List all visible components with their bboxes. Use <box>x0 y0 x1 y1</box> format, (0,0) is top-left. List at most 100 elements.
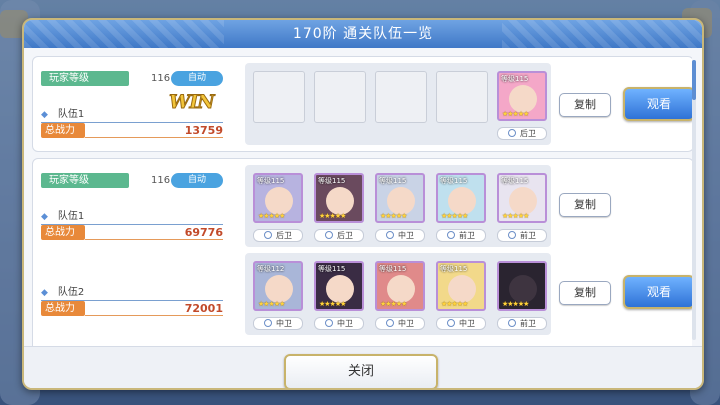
team-name-text: 队伍2 <box>57 287 85 298</box>
position-icon <box>447 319 455 327</box>
empty-slot <box>314 71 366 123</box>
total-power-label: 总战力 <box>41 225 85 240</box>
star-rating: ★★★★★ <box>502 300 529 308</box>
team-name: ◆ 队伍1 <box>41 105 223 123</box>
character-face <box>448 275 476 303</box>
auto-badge: 自动 <box>171 71 223 86</box>
total-power-value: 13759 <box>184 124 223 137</box>
team-name: ◆ 队伍1 <box>41 207 223 225</box>
character-portrait[interactable]: 等级115 ★★★★★ <box>436 173 486 223</box>
character-face <box>509 85 537 113</box>
team-list[interactable]: 玩家等级 116 自动 WIN ◆ 队伍1 总战力 13759 等级115 ★★… <box>32 56 692 346</box>
character-portrait[interactable]: ★★★★★ <box>497 261 547 311</box>
position-text: 中卫 <box>398 231 414 240</box>
team-info: 玩家等级 116 自动 WIN ◆ 队伍1 总战力 13759 <box>41 65 231 145</box>
star-rating: ★★★★★ <box>380 212 407 220</box>
position-tag: 前卫 <box>497 317 547 330</box>
character-portrait[interactable]: 等级115 ★★★★★ <box>314 261 364 311</box>
position-icon <box>508 231 516 239</box>
character-level: 等级115 <box>501 177 529 185</box>
character-portrait[interactable]: 等级115 ★★★★★ <box>375 261 425 311</box>
position-icon <box>508 129 516 137</box>
header-pattern-left <box>24 20 224 48</box>
position-tag: 中卫 <box>253 317 303 330</box>
auto-badge: 自动 <box>171 173 223 188</box>
star-rating: ★★★★★ <box>258 300 285 308</box>
character-portrait[interactable]: 等级115 ★★★★★ <box>497 71 547 121</box>
character-level: 等级115 <box>318 265 346 273</box>
header-pattern-right <box>502 20 702 48</box>
dialog-header: 170阶 通关队伍一览 <box>24 20 702 48</box>
character-level: 等级115 <box>440 265 468 273</box>
position-text: 中卫 <box>276 319 292 328</box>
team-card: 玩家等级 116 自动 ◆ 队伍1 总战力 69776 等级115 ★★★★★ 等级… <box>32 158 692 346</box>
total-power-value: 72001 <box>184 302 223 315</box>
scroll-thumb[interactable] <box>692 60 696 100</box>
dialog-title: 170阶 通关队伍一览 <box>292 26 434 42</box>
copy-button[interactable]: 复制 <box>559 93 611 117</box>
position-text: 中卫 <box>398 319 414 328</box>
star-rating: ★★★★★ <box>319 300 346 308</box>
player-level-label: 玩家等级 <box>41 173 129 188</box>
copy-button[interactable]: 复制 <box>559 281 611 305</box>
character-face <box>326 275 354 303</box>
team-name-text: 队伍1 <box>57 211 85 222</box>
character-level: 等级115 <box>440 177 468 185</box>
empty-slot <box>375 71 427 123</box>
position-text: 中卫 <box>459 319 475 328</box>
total-power-value: 69776 <box>184 226 223 239</box>
player-level-value: 116 <box>151 73 171 84</box>
character-portrait[interactable]: 等级115 ★★★★★ <box>375 173 425 223</box>
dialog-footer: 关闭 <box>24 346 702 388</box>
member-slots: 等级112 ★★★★★ 等级115 ★★★★★ 等级115 ★★★★★ 等级115 ★★… <box>245 253 551 335</box>
position-text: 前卫 <box>520 319 536 328</box>
team-info: ◆ 队伍2 总战力 72001 <box>41 259 231 339</box>
character-face <box>387 275 415 303</box>
copy-button[interactable]: 复制 <box>559 193 611 217</box>
view-button[interactable]: 观看 <box>623 275 692 309</box>
clear-team-dialog: 170阶 通关队伍一览 玩家等级 116 自动 WIN ◆ 队伍1 总战力 137… <box>22 18 704 390</box>
star-rating: ★★★★★ <box>319 212 346 220</box>
position-icon <box>508 319 516 327</box>
character-level: 等级115 <box>379 177 407 185</box>
star-rating: ★★★★★ <box>441 212 468 220</box>
player-level-value: 116 <box>151 175 171 186</box>
character-portrait[interactable]: 等级115 ★★★★★ <box>497 173 547 223</box>
position-tag: 中卫 <box>375 229 425 242</box>
character-level: 等级112 <box>257 265 285 273</box>
character-face <box>265 187 293 215</box>
position-tag: 前卫 <box>497 229 547 242</box>
player-level-label: 玩家等级 <box>41 71 129 86</box>
diamond-icon: ◆ <box>41 288 48 298</box>
character-level: 等级115 <box>379 265 407 273</box>
character-portrait[interactable]: 等级115 ★★★★★ <box>253 173 303 223</box>
member-slots: 等级115 ★★★★★ 后卫 <box>245 63 551 145</box>
star-rating: ★★★★★ <box>502 110 529 118</box>
position-text: 中卫 <box>337 319 353 328</box>
close-button[interactable]: 关闭 <box>284 354 438 388</box>
empty-slot <box>436 71 488 123</box>
character-face <box>265 275 293 303</box>
position-tag: 后卫 <box>497 127 547 140</box>
position-icon <box>325 231 333 239</box>
character-portrait[interactable]: 等级115 ★★★★★ <box>436 261 486 311</box>
character-face <box>387 187 415 215</box>
character-portrait[interactable]: 等级115 ★★★★★ <box>314 173 364 223</box>
position-icon <box>386 319 394 327</box>
team-info: 玩家等级 116 自动 ◆ 队伍1 总战力 69776 <box>41 167 231 247</box>
star-rating: ★★★★★ <box>502 212 529 220</box>
star-rating: ★★★★★ <box>380 300 407 308</box>
position-icon <box>447 231 455 239</box>
position-tag: 前卫 <box>436 229 486 242</box>
position-tag: 中卫 <box>375 317 425 330</box>
view-button[interactable]: 观看 <box>623 87 692 121</box>
position-text: 后卫 <box>337 231 353 240</box>
scrollbar[interactable] <box>692 60 696 340</box>
total-power-label: 总战力 <box>41 123 85 138</box>
position-text: 后卫 <box>520 129 536 138</box>
character-level: 等级115 <box>501 75 529 83</box>
character-portrait[interactable]: 等级112 ★★★★★ <box>253 261 303 311</box>
character-face <box>448 187 476 215</box>
position-text: 后卫 <box>276 231 292 240</box>
position-icon <box>386 231 394 239</box>
